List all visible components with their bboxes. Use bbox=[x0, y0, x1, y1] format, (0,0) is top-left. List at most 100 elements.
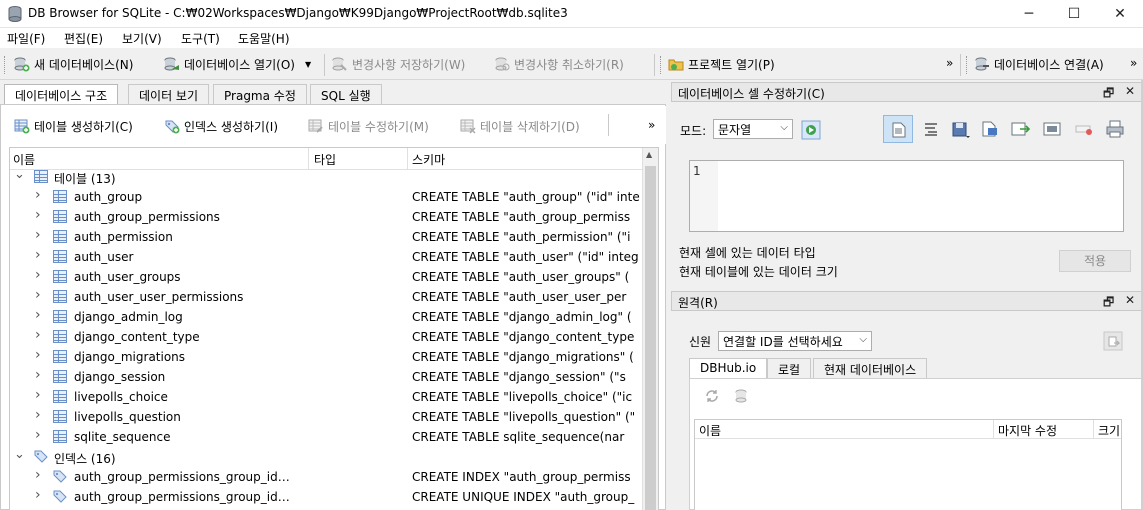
open-project-button[interactable]: 프로젝트 열기(P) bbox=[668, 54, 775, 74]
refresh-icon[interactable] bbox=[704, 388, 720, 404]
toolbar-overflow-button[interactable]: » bbox=[946, 56, 953, 70]
chevron-right-icon[interactable]: › bbox=[35, 487, 41, 503]
tables-group-row[interactable]: ⌄ 테이블 (13) bbox=[10, 167, 642, 187]
column-divider[interactable] bbox=[1093, 420, 1094, 438]
structure-toolbar-overflow-button[interactable]: » bbox=[648, 118, 655, 132]
menu-help[interactable]: 도움말(H) bbox=[238, 30, 290, 47]
scroll-up-icon[interactable]: ▲ bbox=[646, 150, 652, 159]
menu-file[interactable]: 파일(F) bbox=[7, 30, 45, 47]
import-icon[interactable] bbox=[951, 120, 971, 140]
create-table-button[interactable]: 테이블 생성하기(C) bbox=[14, 116, 133, 136]
auto-format-icon[interactable] bbox=[801, 120, 821, 140]
word-wrap-icon[interactable] bbox=[923, 122, 939, 136]
close-icon[interactable]: ✕ bbox=[1125, 293, 1135, 307]
chevron-right-icon[interactable]: › bbox=[35, 347, 41, 363]
tab-local[interactable]: 로컬 bbox=[767, 358, 812, 378]
chevron-right-icon[interactable]: › bbox=[35, 247, 41, 263]
chevron-down-icon[interactable]: ⌄ bbox=[14, 447, 25, 462]
table-row[interactable]: › livepolls_choice CREATE TABLE "livepolls… bbox=[10, 387, 642, 407]
scrollbar-thumb[interactable] bbox=[645, 166, 656, 510]
header-name[interactable]: 이름 bbox=[699, 422, 721, 439]
table-row[interactable]: › django_migrations CREATE TABLE "django_m… bbox=[10, 347, 642, 367]
index-row[interactable]: › auth_group_permissions_group_id… CREATE … bbox=[10, 467, 642, 487]
chevron-right-icon[interactable]: › bbox=[35, 407, 41, 423]
export-icon[interactable] bbox=[981, 120, 999, 138]
tab-database-structure[interactable]: 데이터베이스 구조 bbox=[4, 84, 119, 105]
chevron-right-icon[interactable]: › bbox=[35, 227, 41, 243]
table-row[interactable]: › auth_user_user_permissions CREATE TABLE … bbox=[10, 287, 642, 307]
table-icon bbox=[53, 350, 67, 363]
menu-view[interactable]: 보기(V) bbox=[122, 30, 162, 47]
schema-tree[interactable]: 이름 타입 스키마 ⌄ 테이블 (13) › auth_group CREATE TAB… bbox=[9, 147, 659, 510]
header-type[interactable]: 타입 bbox=[314, 151, 336, 168]
toolbar-separator bbox=[960, 54, 961, 76]
close-icon[interactable]: ✕ bbox=[1125, 84, 1135, 98]
toolbar-grip[interactable] bbox=[660, 56, 663, 74]
table-row[interactable]: › django_content_type CREATE TABLE "django… bbox=[10, 327, 642, 347]
column-divider[interactable] bbox=[993, 420, 994, 438]
identity-select[interactable]: 연결할 ID를 선택하세요 ⌵ bbox=[718, 331, 872, 351]
chevron-right-icon[interactable]: › bbox=[35, 307, 41, 323]
table-row[interactable]: › sqlite_sequence CREATE TABLE sqlite_sequ… bbox=[10, 427, 642, 447]
clone-database-icon[interactable] bbox=[1103, 331, 1123, 351]
tab-browse-data[interactable]: 데이터 보기 bbox=[128, 84, 210, 104]
cell-editor[interactable]: 1 bbox=[689, 160, 1124, 232]
modify-table-button[interactable]: 테이블 수정하기(M) bbox=[308, 116, 429, 136]
image-icon[interactable] bbox=[1043, 120, 1061, 138]
delete-table-button[interactable]: 테이블 삭제하기(D) bbox=[460, 116, 580, 136]
text-mode-button[interactable] bbox=[883, 115, 913, 143]
menu-edit[interactable]: 편집(E) bbox=[64, 30, 103, 47]
chevron-right-icon[interactable]: › bbox=[35, 467, 41, 483]
header-size[interactable]: 크기 bbox=[1098, 422, 1120, 439]
item-name: auth_group_permissions_group_id… bbox=[74, 470, 290, 484]
index-row[interactable]: › auth_group_permissions_group_id… CREATE … bbox=[10, 487, 642, 507]
print-icon[interactable] bbox=[1105, 120, 1125, 138]
header-last-modified[interactable]: 마지막 수정 bbox=[998, 422, 1057, 439]
chevron-right-icon[interactable]: › bbox=[35, 427, 41, 443]
tab-dbhub[interactable]: DBHub.io bbox=[689, 358, 768, 378]
remote-file-list[interactable]: 이름 마지막 수정 크기 bbox=[694, 419, 1122, 510]
apply-button[interactable]: 적용 bbox=[1059, 250, 1131, 272]
toolbar-overflow-button[interactable]: » bbox=[1130, 56, 1137, 70]
tab-edit-pragmas[interactable]: Pragma 수정 bbox=[213, 84, 307, 104]
header-name[interactable]: 이름 bbox=[13, 151, 35, 168]
export-to-file-icon[interactable] bbox=[1011, 120, 1031, 138]
chevron-right-icon[interactable]: › bbox=[35, 327, 41, 343]
chevron-right-icon[interactable]: › bbox=[35, 187, 41, 203]
create-index-button[interactable]: 인덱스 생성하기(I) bbox=[164, 116, 278, 136]
tree-scrollbar[interactable]: ▲ bbox=[642, 148, 658, 510]
table-row[interactable]: › django_session CREATE TABLE "django_sess… bbox=[10, 367, 642, 387]
table-row[interactable]: › livepolls_question CREATE TABLE "livepol… bbox=[10, 407, 642, 427]
toolbar-grip[interactable] bbox=[966, 56, 969, 74]
header-schema[interactable]: 스키마 bbox=[412, 151, 445, 168]
table-row[interactable]: › auth_group_permissions CREATE TABLE "aut… bbox=[10, 207, 642, 227]
connect-database-button[interactable]: 데이터베이스 연결(A) bbox=[974, 54, 1104, 74]
close-button[interactable]: ✕ bbox=[1097, 0, 1143, 28]
set-null-icon[interactable] bbox=[1075, 122, 1093, 136]
maximize-button[interactable]: ☐ bbox=[1051, 0, 1097, 28]
mode-select[interactable]: 문자열 ⌵ bbox=[713, 119, 793, 139]
table-row[interactable]: › django_admin_log CREATE TABLE "django_ad… bbox=[10, 307, 642, 327]
table-row[interactable]: › auth_permission CREATE TABLE "auth_permi… bbox=[10, 227, 642, 247]
table-row[interactable]: › auth_user_groups CREATE TABLE "auth_user… bbox=[10, 267, 642, 287]
revert-changes-button[interactable]: 변경사항 취소하기(R) bbox=[494, 54, 624, 74]
table-row[interactable]: › auth_user CREATE TABLE "auth_user" ("id"… bbox=[10, 247, 642, 267]
menu-tools[interactable]: 도구(T) bbox=[181, 30, 220, 47]
write-changes-button[interactable]: 변경사항 저장하기(W) bbox=[332, 54, 465, 74]
chevron-right-icon[interactable]: › bbox=[35, 367, 41, 383]
clone-icon[interactable] bbox=[734, 388, 750, 404]
chevron-right-icon[interactable]: › bbox=[35, 207, 41, 223]
tab-execute-sql[interactable]: SQL 실행 bbox=[310, 84, 382, 104]
toolbar-grip[interactable] bbox=[4, 56, 7, 74]
minimize-button[interactable]: ─ bbox=[1006, 0, 1052, 28]
open-database-button[interactable]: 데이터베이스 열기(O) ▼ bbox=[164, 54, 311, 74]
new-database-button[interactable]: 새 데이터베이스(N) bbox=[14, 54, 133, 74]
chevron-down-icon[interactable]: ⌄ bbox=[14, 167, 25, 182]
table-row[interactable]: › auth_group CREATE TABLE "auth_group" ("i… bbox=[10, 187, 642, 207]
open-database-dropdown-icon[interactable]: ▼ bbox=[305, 60, 311, 69]
indexes-group-row[interactable]: ⌄ 인덱스 (16) bbox=[10, 447, 642, 467]
chevron-right-icon[interactable]: › bbox=[35, 287, 41, 303]
chevron-right-icon[interactable]: › bbox=[35, 387, 41, 403]
chevron-right-icon[interactable]: › bbox=[35, 267, 41, 283]
tab-current-database[interactable]: 현재 데이터베이스 bbox=[813, 358, 928, 378]
